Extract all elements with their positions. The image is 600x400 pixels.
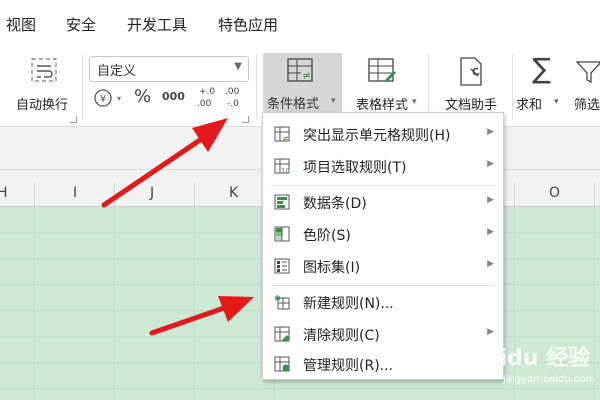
- annotation-arrow: [101, 118, 228, 208]
- annotation-arrow: [149, 296, 254, 336]
- baidu-watermark-url: jingyan.baidu.com: [503, 374, 596, 385]
- baidu-watermark: Baidu 经验: [468, 346, 591, 371]
